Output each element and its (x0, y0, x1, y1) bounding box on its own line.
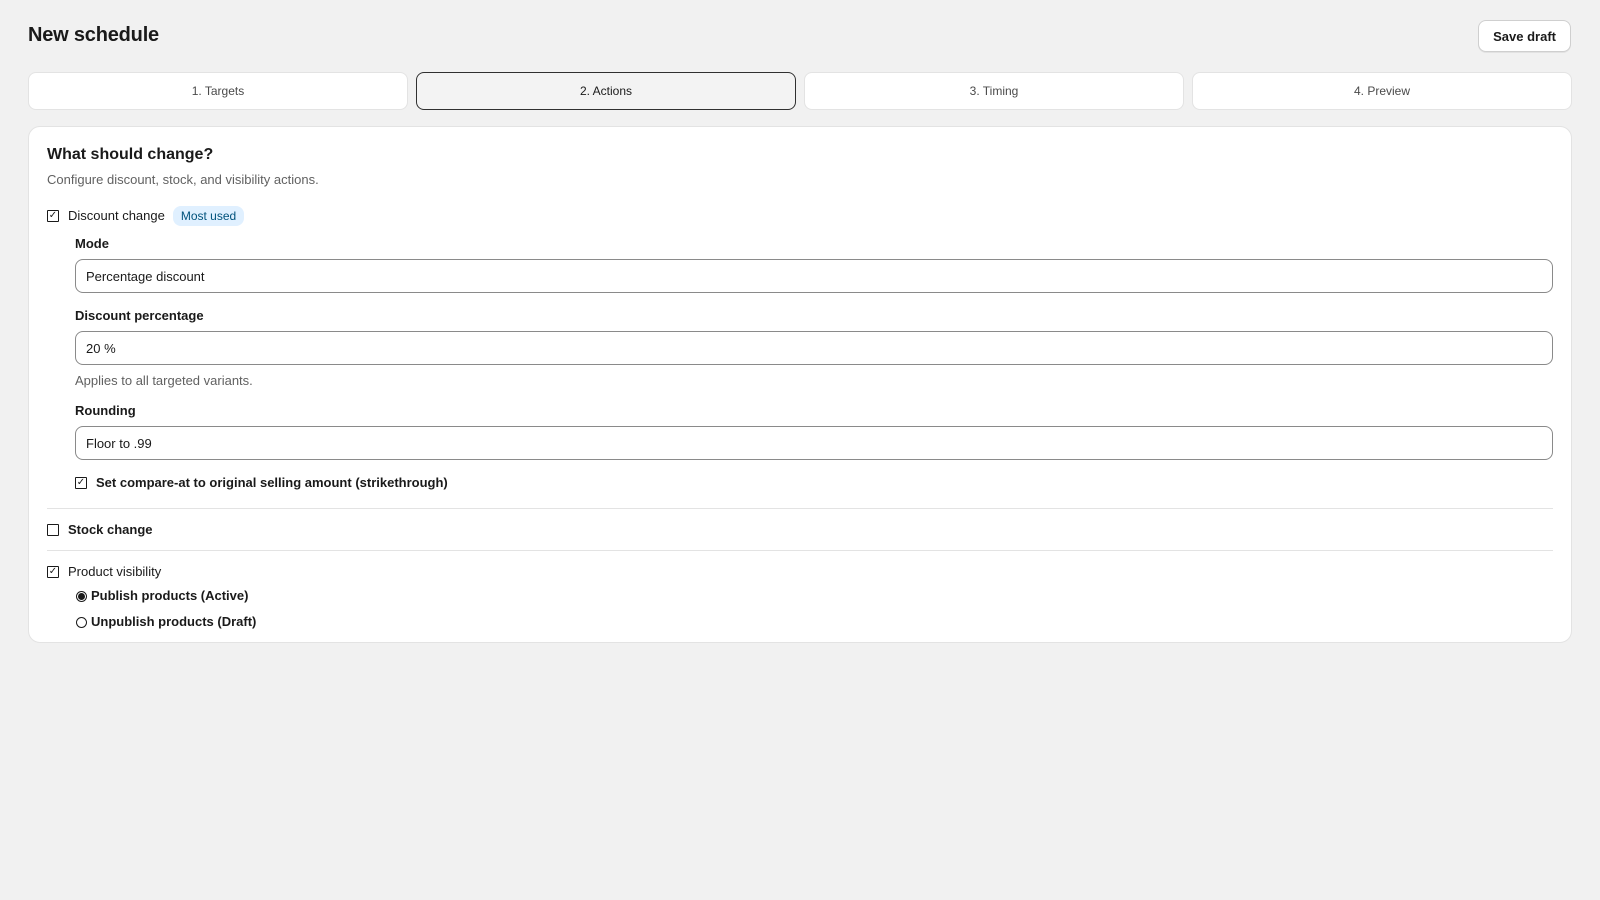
rounding-value: Floor to .99 (86, 435, 152, 451)
product-visibility-toggle[interactable]: ✓ Product visibility (47, 563, 1553, 581)
most-used-badge: Most used (172, 206, 245, 226)
save-draft-button[interactable]: Save draft (1478, 20, 1571, 52)
checkbox-checked-icon[interactable]: ✓ (47, 210, 59, 222)
card-title: What should change? (47, 146, 214, 163)
page-header: New schedule Save draft (28, 0, 1572, 72)
stock-change-toggle[interactable]: Stock change (47, 521, 1553, 539)
divider (47, 550, 1553, 551)
discount-percentage-label: Discount percentage (75, 308, 204, 323)
product-visibility-label: Product visibility (68, 564, 162, 579)
discount-change-toggle[interactable]: ✓ Discount change Most used (47, 206, 1553, 226)
compare-at-label: Set compare-at to original selling amoun… (96, 475, 448, 490)
page: New schedule Save draft 1. Targets 2. Ac… (0, 0, 1600, 900)
radio-selected-icon[interactable] (76, 590, 87, 602)
actions-card: What should change? Configure discount, … (28, 126, 1572, 643)
card-subtitle: Configure discount, stock, and visibilit… (47, 172, 319, 187)
publish-option[interactable]: Publish products (Active) (75, 587, 1553, 605)
tab-preview[interactable]: 4. Preview (1192, 72, 1572, 110)
discount-change-label: Discount change (68, 208, 165, 223)
checkbox-unchecked-icon[interactable] (47, 524, 59, 536)
mode-value: Percentage discount (86, 268, 205, 284)
radio-unselected-icon[interactable] (76, 616, 87, 628)
discount-percentage-input[interactable]: 20 % (75, 331, 1553, 365)
visibility-options: Publish products (Active) Unpublish prod… (75, 587, 1553, 631)
divider (47, 508, 1553, 509)
stock-change-label: Stock change (68, 522, 153, 537)
discount-settings: Mode Percentage discount Discount percen… (75, 236, 1553, 492)
tab-targets[interactable]: 1. Targets (28, 72, 408, 110)
discount-percentage-value: 20 % (86, 340, 116, 356)
page-title: New schedule (28, 24, 159, 46)
discount-percentage-help: Applies to all targeted variants. (75, 373, 253, 388)
compare-at-toggle[interactable]: ✓ Set compare-at to original selling amo… (75, 474, 1553, 492)
rounding-select[interactable]: Floor to .99 (75, 426, 1553, 460)
publish-option-label: Publish products (Active) (91, 588, 249, 603)
step-tabs: 1. Targets 2. Actions 3. Timing 4. Previ… (28, 72, 1572, 110)
rounding-label: Rounding (75, 403, 136, 418)
checkbox-checked-icon[interactable]: ✓ (47, 566, 59, 578)
mode-select[interactable]: Percentage discount (75, 259, 1553, 293)
unpublish-option-label: Unpublish products (Draft) (91, 614, 257, 629)
unpublish-option[interactable]: Unpublish products (Draft) (75, 613, 1553, 631)
tab-actions[interactable]: 2. Actions (416, 72, 796, 110)
mode-label: Mode (75, 236, 109, 251)
checkbox-checked-icon[interactable]: ✓ (75, 477, 87, 489)
tab-timing[interactable]: 3. Timing (804, 72, 1184, 110)
